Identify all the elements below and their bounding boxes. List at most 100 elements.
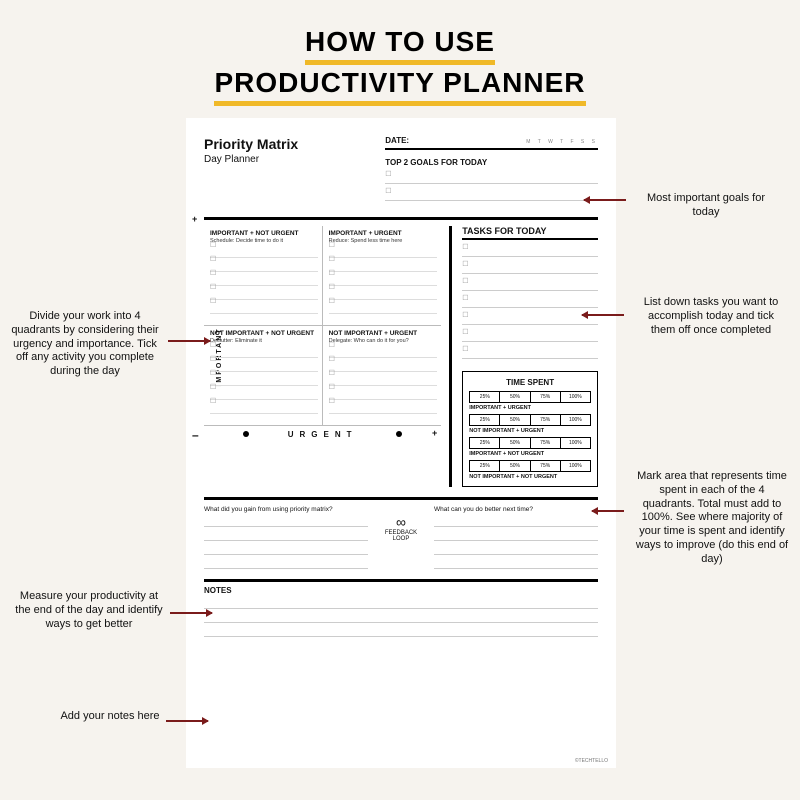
task-line[interactable] [210, 404, 318, 414]
dot-icon [243, 431, 249, 437]
quadrant-not-important-urgent: NOT IMPORTANT + URGENT Delegate: Who can… [323, 326, 442, 426]
date-row: DATE: M T W T F S S [385, 136, 598, 150]
arrow-icon [170, 612, 212, 614]
write-line[interactable] [204, 599, 598, 609]
pct-cell[interactable]: 50% [500, 437, 530, 449]
quadrant-subtext: Schedule: Decide time to do it [210, 238, 318, 244]
planner-header: Priority Matrix Day Planner DATE: M T W … [204, 136, 598, 201]
pct-cell[interactable]: 25% [469, 437, 500, 449]
arrow-icon [592, 510, 624, 512]
planner-sheet: Priority Matrix Day Planner DATE: M T W … [186, 118, 616, 768]
quadrant-heading: NOT IMPORTANT + NOT URGENT [210, 330, 318, 337]
task-line[interactable] [210, 248, 318, 258]
write-line[interactable] [434, 517, 598, 527]
task-line[interactable] [462, 301, 598, 308]
infinity-icon: ∞ [376, 514, 426, 530]
task-line[interactable] [462, 352, 598, 359]
task-line[interactable] [329, 276, 438, 286]
pct-cell[interactable]: 25% [469, 460, 500, 472]
annotation-timespent: Mark area that represents time spent in … [632, 470, 792, 566]
task-line[interactable] [210, 276, 318, 286]
write-line[interactable] [204, 559, 368, 569]
goal-line[interactable] [385, 177, 598, 184]
write-line[interactable] [204, 613, 598, 623]
task-line[interactable] [210, 362, 318, 372]
write-line[interactable] [204, 517, 368, 527]
plus-icon: + [192, 214, 197, 224]
task-line[interactable] [329, 290, 438, 300]
task-line[interactable] [329, 376, 438, 386]
task-line[interactable] [210, 262, 318, 272]
pct-cell[interactable]: 75% [531, 391, 561, 403]
percent-row[interactable]: 25% 50% 75% 100% [469, 414, 591, 426]
task-line[interactable] [329, 248, 438, 258]
pct-cell[interactable]: 75% [531, 437, 561, 449]
task-line[interactable] [462, 284, 598, 291]
quadrant-heading: NOT IMPORTANT + URGENT [329, 330, 438, 337]
feedback-question-right: What can you do better next time? [434, 506, 598, 513]
write-line[interactable] [434, 545, 598, 555]
write-line[interactable] [434, 531, 598, 541]
task-line[interactable] [329, 404, 438, 414]
feedback-question-left: What did you gain from using priority ma… [204, 506, 368, 513]
task-line[interactable] [210, 304, 318, 314]
minus-icon: – [192, 428, 205, 442]
date-label: DATE: [385, 136, 409, 145]
pct-cell[interactable]: 100% [561, 414, 591, 426]
task-line[interactable] [329, 304, 438, 314]
percent-row[interactable]: 25% 50% 75% 100% [469, 391, 591, 403]
write-line[interactable] [204, 531, 368, 541]
ts-label: NOT IMPORTANT + URGENT [469, 428, 591, 434]
write-line[interactable] [434, 559, 598, 569]
task-line[interactable] [329, 362, 438, 372]
task-line[interactable] [462, 335, 598, 342]
notes-label: NOTES [204, 579, 598, 595]
axis-urgent: URGENT [288, 430, 358, 439]
dot-icon [396, 431, 402, 437]
priority-matrix: IMPORTANT IMPORTANT + NOT URGENT Schedul… [204, 226, 452, 487]
quadrant-subtext: Reduce: Spend less time here [329, 238, 438, 244]
annotation-text: List down tasks you want to accomplish t… [644, 296, 779, 336]
annotation-text: Most important goals for today [647, 192, 765, 218]
pct-cell[interactable]: 100% [561, 460, 591, 472]
arrow-icon [168, 340, 210, 342]
title-line-2: PRODUCTIVITY PLANNER [214, 65, 585, 106]
task-line[interactable] [329, 262, 438, 272]
pct-cell[interactable]: 100% [561, 437, 591, 449]
task-line[interactable] [210, 290, 318, 300]
percent-row[interactable]: 25% 50% 75% 100% [469, 437, 591, 449]
ts-label: IMPORTANT + URGENT [469, 405, 591, 411]
task-line[interactable] [210, 376, 318, 386]
planner-subtitle: Day Planner [204, 154, 385, 165]
task-line[interactable] [329, 390, 438, 400]
quadrant-important-urgent: IMPORTANT + URGENT Reduce: Spend less ti… [323, 226, 442, 326]
pct-cell[interactable]: 75% [531, 460, 561, 472]
quadrant-heading: IMPORTANT + NOT URGENT [210, 230, 318, 237]
write-line[interactable] [204, 627, 598, 637]
task-line[interactable] [462, 318, 598, 325]
divider: + [204, 217, 598, 220]
goal-line[interactable] [385, 194, 598, 201]
feedback-section: What did you gain from using priority ma… [204, 506, 598, 569]
pct-cell[interactable]: 25% [469, 391, 500, 403]
divider [204, 497, 598, 500]
task-line[interactable] [462, 250, 598, 257]
task-line[interactable] [462, 267, 598, 274]
pct-cell[interactable]: 75% [531, 414, 561, 426]
pct-cell[interactable]: 50% [500, 460, 530, 472]
task-line[interactable] [210, 348, 318, 358]
task-line[interactable] [210, 390, 318, 400]
plus-icon: + [432, 428, 443, 438]
pct-cell[interactable]: 25% [469, 414, 500, 426]
page-title: HOW TO USE PRODUCTIVITY PLANNER [0, 0, 800, 106]
task-line[interactable] [329, 348, 438, 358]
pct-cell[interactable]: 50% [500, 414, 530, 426]
time-spent-box: TIME SPENT 25% 50% 75% 100% IMPORTANT + … [462, 371, 598, 487]
arrow-icon [166, 720, 208, 722]
ts-label: IMPORTANT + NOT URGENT [469, 451, 591, 457]
annotation-quadrants: Divide your work into 4 quadrants by con… [10, 310, 160, 379]
percent-row[interactable]: 25% 50% 75% 100% [469, 460, 591, 472]
pct-cell[interactable]: 100% [561, 391, 591, 403]
pct-cell[interactable]: 50% [500, 391, 530, 403]
write-line[interactable] [204, 545, 368, 555]
